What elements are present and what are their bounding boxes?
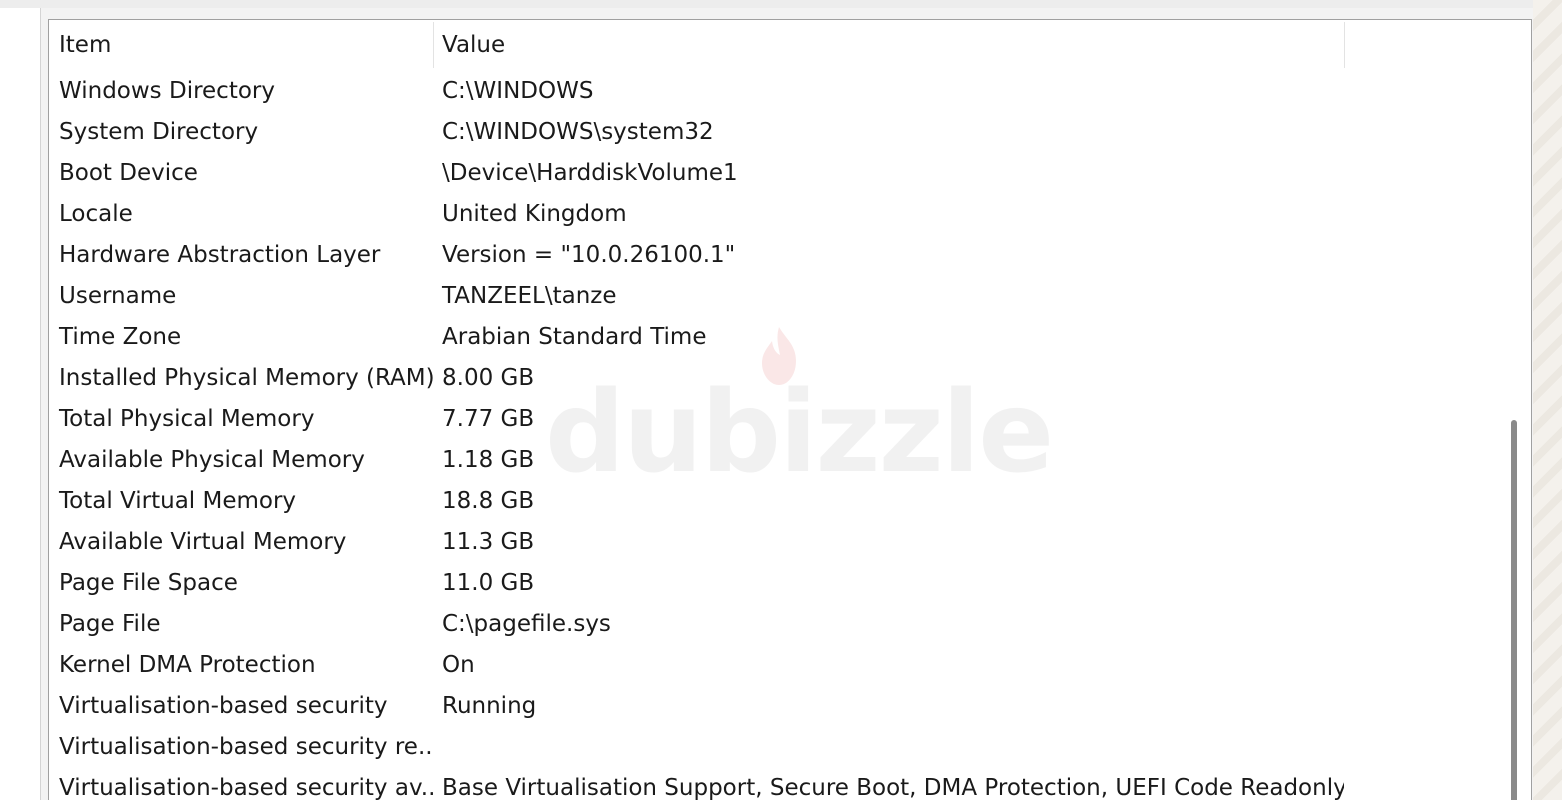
row-value: Running [442,692,537,719]
row-item-label: Username [59,282,177,309]
row-item-label: Available Virtual Memory [59,528,347,555]
column-header-value[interactable]: Value [433,20,1344,70]
row-item-label: Virtualisation-based security [59,692,388,719]
row-value: C:\WINDOWS\system32 [442,118,714,145]
row-value: C:\pagefile.sys [442,610,611,637]
row-value: On [442,651,475,678]
list-rows: Windows Directory C:\WINDOWS System Direct… [49,70,1349,800]
table-row[interactable]: Available Physical Memory 1.18 GB [49,439,1349,480]
table-row[interactable]: Installed Physical Memory (RAM) 8.00 GB [49,357,1349,398]
table-row[interactable]: Hardware Abstraction Layer Version = "10.… [49,234,1349,275]
column-divider[interactable] [1344,22,1345,68]
row-value: TANZEEL\tanze [442,282,617,309]
row-value: 1.18 GB [442,446,535,473]
row-item-label: Windows Directory [59,77,275,104]
table-row[interactable]: Kernel DMA Protection On [49,644,1349,685]
row-item-label: Total Physical Memory [59,405,315,432]
table-row[interactable]: Available Virtual Memory 11.3 GB [49,521,1349,562]
table-row[interactable]: System Directory C:\WINDOWS\system32 [49,111,1349,152]
row-item-label: Locale [59,200,133,227]
row-item-label: Virtualisation-based security re... [59,733,433,760]
row-item-label: Hardware Abstraction Layer [59,241,381,268]
row-value: 18.8 GB [442,487,535,514]
row-item-label: System Directory [59,118,259,145]
vertical-scrollbar-track[interactable] [1497,20,1531,800]
vertical-scrollbar-thumb[interactable] [1511,420,1517,800]
table-row[interactable]: Page File C:\pagefile.sys [49,603,1349,644]
row-value: Version = "10.0.26100.1" [442,241,736,268]
row-item-label: Boot Device [59,159,198,186]
row-value: \Device\HarddiskVolume1 [442,159,738,186]
category-tree-pane[interactable] [0,8,41,800]
row-item-label: Total Virtual Memory [59,487,297,514]
table-row[interactable]: Total Virtual Memory 18.8 GB [49,480,1349,521]
list-header: Item Value [49,20,1344,70]
table-row[interactable]: Virtualisation-based security re... [49,726,1349,767]
table-row[interactable]: Windows Directory C:\WINDOWS [49,70,1349,111]
row-value: Arabian Standard Time [442,323,707,350]
window-top-strip [0,0,1562,8]
row-item-label: Page File Space [59,569,238,596]
row-value: C:\WINDOWS [442,77,594,104]
row-item-label: Available Physical Memory [59,446,365,473]
screen: Item Value Windows Directory C:\WINDOWS Sy… [0,0,1562,800]
table-row[interactable]: Locale United Kingdom [49,193,1349,234]
row-item-label: Kernel DMA Protection [59,651,316,678]
column-divider[interactable] [433,22,434,68]
table-row[interactable]: Username TANZEEL\tanze [49,275,1349,316]
row-value: 8.00 GB [442,364,535,391]
table-row[interactable]: Time Zone Arabian Standard Time [49,316,1349,357]
system-summary-list[interactable]: Item Value Windows Directory C:\WINDOWS Sy… [48,19,1532,800]
row-value: 11.0 GB [442,569,535,596]
row-item-label: Page File [59,610,161,637]
table-row[interactable]: Virtualisation-based security av... Base … [49,767,1349,800]
row-item-label: Virtualisation-based security av... [59,774,433,800]
row-value: 7.77 GB [442,405,535,432]
table-row[interactable]: Page File Space 11.0 GB [49,562,1349,603]
column-header-item[interactable]: Item [49,20,433,70]
row-value: United Kingdom [442,200,627,227]
row-item-label: Time Zone [59,323,182,350]
table-row[interactable]: Boot Device \Device\HarddiskVolume1 [49,152,1349,193]
row-item-label: Installed Physical Memory (RAM) [59,364,433,391]
table-row[interactable]: Virtualisation-based security Running [49,685,1349,726]
desktop-background-edge [1533,0,1562,800]
row-value: Base Virtualisation Support, Secure Boot… [442,774,1344,800]
row-value: 11.3 GB [442,528,535,555]
table-row[interactable]: Total Physical Memory 7.77 GB [49,398,1349,439]
